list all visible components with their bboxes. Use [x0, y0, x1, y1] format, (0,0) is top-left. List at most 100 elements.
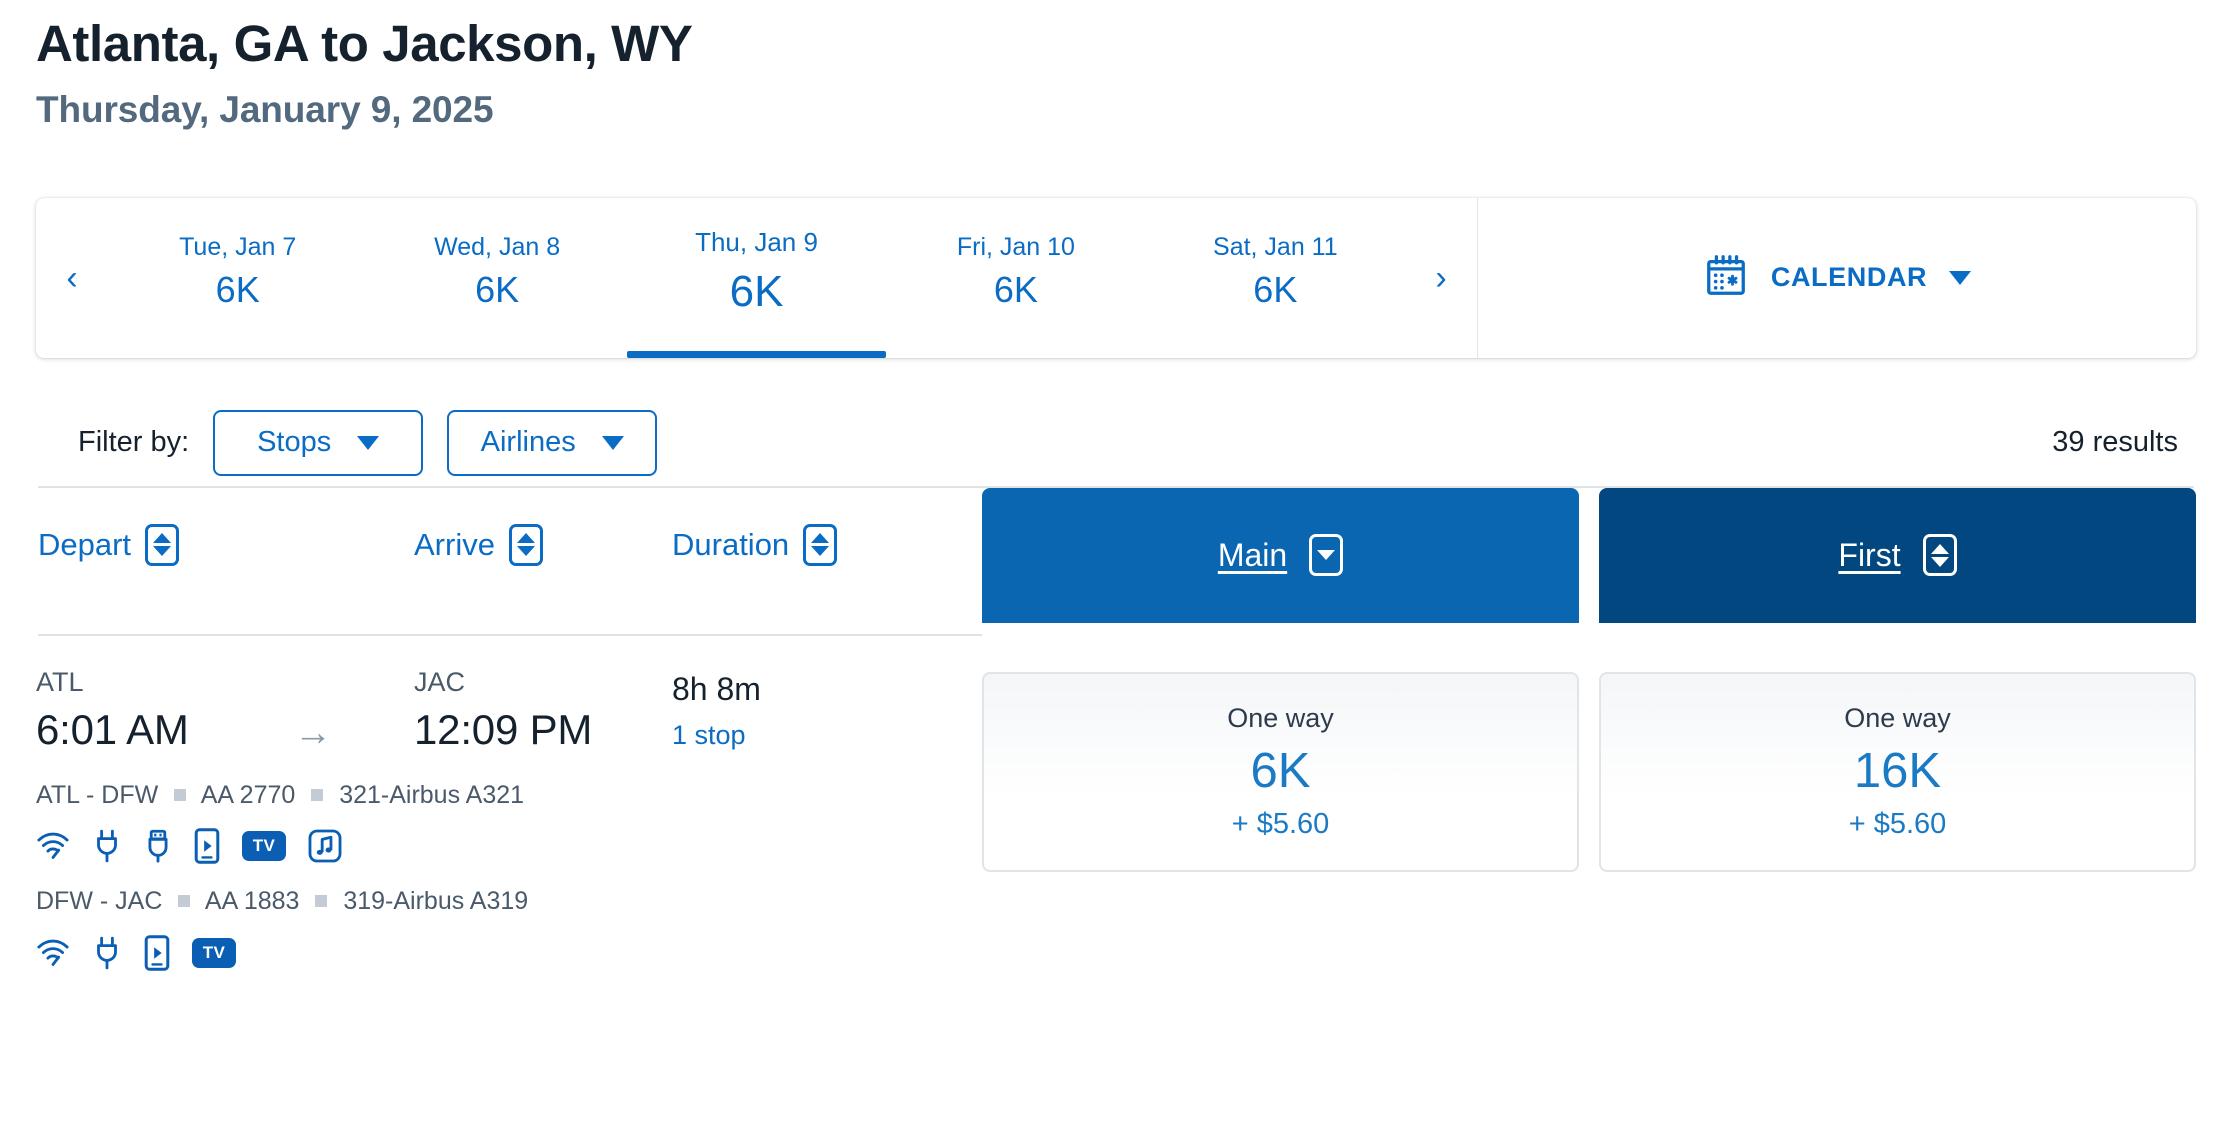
arrive-airport-code: JAC: [414, 666, 466, 697]
separator-square: [178, 895, 191, 908]
date-option-fri-jan-10[interactable]: Fri, Jan 10 6K: [886, 198, 1145, 358]
date-option-sat-jan-11[interactable]: Sat, Jan 11 6K: [1146, 198, 1405, 358]
stops-filter-label: Stops: [257, 426, 332, 459]
fare-cell-main[interactable]: One way 6K + $5.60: [982, 671, 1579, 872]
date-list: Tue, Jan 7 6K Wed, Jan 8 6K Thu, Jan 9 6…: [108, 198, 1405, 358]
prev-dates-button[interactable]: ‹: [36, 198, 108, 358]
usb-port-icon: [144, 829, 172, 863]
streaming-device-icon: [194, 828, 220, 864]
sort-down-icon: [1309, 534, 1344, 577]
sort-arrive-label: Arrive: [414, 526, 495, 562]
power-outlet-icon: [92, 829, 122, 863]
date-selector-bar: ‹ Tue, Jan 7 6K Wed, Jan 8 6K Thu, Jan 9…: [36, 197, 2196, 358]
duration-cell: 8h 8m 1 stop: [672, 666, 982, 751]
flight-info: ATL 6:01 AM → JAC 12:09 PM 8h 8m 1 stop: [36, 666, 982, 972]
results-count: 39 results: [2052, 426, 2178, 459]
wifi-icon: [36, 831, 70, 861]
fare-class-headers: Main First: [982, 487, 2196, 623]
segment-details: ATL - DFW AA 2770 321-Airbus A321: [36, 779, 982, 812]
segment-amenities: TV: [36, 827, 982, 865]
flight-segment-2: DFW - JAC AA 1883 319-Airbus A319 TV: [36, 885, 982, 972]
segment-route: DFW - JAC: [36, 887, 163, 916]
chevron-down-icon: [601, 435, 624, 450]
separator-square: [311, 788, 324, 801]
calendar-button-label: CALENDAR: [1770, 262, 1928, 293]
filter-by-label: Filter by:: [78, 426, 190, 459]
flight-result-row: ATL 6:01 AM → JAC 12:09 PM 8h 8m 1 stop: [36, 636, 2196, 972]
chevron-down-icon: [357, 435, 380, 450]
fare-taxes: + $5.60: [1848, 807, 1947, 840]
separator-square: [174, 788, 187, 801]
stops-link[interactable]: 1 stop: [672, 720, 982, 751]
fare-cells: One way 6K + $5.60 One way 16K + $5.60: [982, 666, 2196, 972]
fare-type-label: One way: [1844, 703, 1951, 734]
flight-results-page: Atlanta, GA to Jackson, WY Thursday, Jan…: [0, 0, 2232, 1124]
sort-arrive-button[interactable]: Arrive: [414, 523, 543, 566]
segment-details: DFW - JAC AA 1883 319-Airbus A319: [36, 885, 982, 918]
depart-cell: ATL 6:01 AM: [36, 666, 414, 759]
power-outlet-icon: [92, 936, 122, 970]
next-dates-button[interactable]: ›: [1405, 198, 1477, 358]
date-option-tue-jan-7[interactable]: Tue, Jan 7 6K: [108, 198, 367, 358]
fare-class-header-main[interactable]: Main: [982, 487, 1579, 623]
date-label: Tue, Jan 7: [179, 233, 297, 262]
route-arrow-icon: →: [294, 711, 332, 754]
fare-class-header-first[interactable]: First: [1599, 487, 2196, 623]
separator-square: [315, 895, 328, 908]
segment-route: ATL - DFW: [36, 780, 159, 809]
date-price: 6K: [729, 266, 784, 316]
date-label: Wed, Jan 8: [434, 233, 561, 262]
sort-duration-label: Duration: [672, 526, 790, 562]
calendar-icon: [1703, 251, 1749, 304]
date-option-wed-jan-8[interactable]: Wed, Jan 8 6K: [367, 198, 626, 358]
column-arrive: Arrive: [414, 488, 672, 566]
sort-updown-icon: [145, 523, 180, 566]
column-depart: Depart: [36, 488, 414, 566]
segment-flight-number: AA 1883: [204, 887, 300, 916]
date-price: 6K: [1253, 269, 1298, 311]
column-duration: Duration: [672, 488, 982, 566]
results-table: Depart Arrive Duration Main First ATL 6:…: [36, 487, 2196, 972]
depart-airport-code: ATL: [36, 666, 84, 697]
date-price: 6K: [475, 269, 520, 311]
fare-class-label-main: Main: [1217, 536, 1288, 573]
arrive-time: 12:09 PM: [414, 705, 593, 753]
airlines-filter-button[interactable]: Airlines: [447, 409, 658, 476]
flight-times: ATL 6:01 AM → JAC 12:09 PM 8h 8m 1 stop: [36, 666, 982, 759]
segment-amenities: TV: [36, 934, 982, 972]
music-icon: [308, 829, 342, 863]
fare-type-label: One way: [1227, 703, 1334, 734]
page-subtitle-date: Thursday, January 9, 2025: [36, 89, 494, 131]
page-title: Atlanta, GA to Jackson, WY: [36, 15, 693, 72]
sort-updown-icon: [508, 523, 543, 566]
sort-duration-button[interactable]: Duration: [672, 523, 838, 566]
fare-points: 6K: [1250, 743, 1311, 798]
results-table-header: Depart Arrive Duration Main First: [36, 487, 2196, 636]
filter-bar: Filter by: Stops Airlines 39 results: [36, 400, 2196, 486]
sort-depart-label: Depart: [38, 526, 132, 562]
date-price: 6K: [215, 269, 260, 311]
flight-duration: 8h 8m: [672, 670, 761, 707]
date-option-thu-jan-9-selected[interactable]: Thu, Jan 9 6K: [626, 198, 887, 358]
date-label: Thu, Jan 9: [695, 227, 818, 258]
segment-aircraft: 321-Airbus A321: [339, 780, 525, 809]
stops-filter-button[interactable]: Stops: [213, 409, 424, 476]
header-divider: [38, 633, 982, 636]
sort-depart-button[interactable]: Depart: [38, 523, 180, 566]
airlines-filter-label: Airlines: [480, 426, 576, 459]
date-price: 6K: [993, 269, 1038, 311]
tv-icon: TV: [242, 831, 286, 862]
calendar-button[interactable]: CALENDAR: [1478, 198, 2196, 358]
depart-time: 6:01 AM: [36, 705, 189, 753]
fare-cell-first[interactable]: One way 16K + $5.60: [1599, 671, 2196, 872]
arrive-cell: JAC 12:09 PM: [414, 666, 672, 759]
segment-flight-number: AA 2770: [200, 780, 296, 809]
segment-aircraft: 319-Airbus A319: [343, 887, 529, 916]
wifi-icon: [36, 938, 70, 968]
fare-points: 16K: [1853, 743, 1942, 798]
date-carousel: ‹ Tue, Jan 7 6K Wed, Jan 8 6K Thu, Jan 9…: [36, 197, 1478, 358]
sort-updown-icon: [1922, 534, 1957, 577]
date-label: Sat, Jan 11: [1213, 233, 1338, 262]
sort-updown-icon: [803, 523, 838, 566]
fare-taxes: + $5.60: [1231, 807, 1330, 840]
